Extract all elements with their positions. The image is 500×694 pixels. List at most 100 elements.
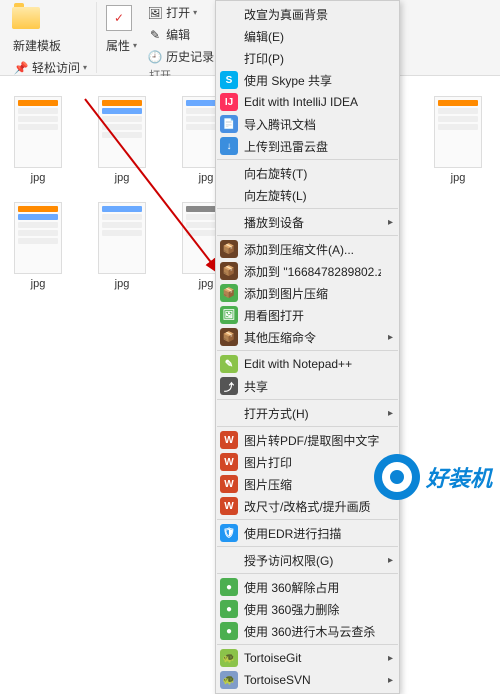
menu-item[interactable]: W 图片转PDF/提取图中文字 <box>216 429 399 451</box>
menu-item-label: 使用 Skype 共享 <box>244 72 381 89</box>
folder-new-icon <box>10 2 42 34</box>
menu-item-label: 使用 360强力删除 <box>244 601 381 618</box>
menu-item[interactable]: W 图片打印 <box>216 451 399 473</box>
menu-item[interactable]: 📦添加到 "1668478289802.zip" (T) <box>216 260 399 282</box>
file-name: jpg <box>115 278 130 290</box>
menu-separator <box>217 350 398 351</box>
properties-button[interactable]: 属性▾ <box>103 35 140 56</box>
menu-item-label: TortoiseGit <box>244 651 381 665</box>
tsvn-icon: 🐢 <box>220 671 238 689</box>
zipg-icon: 📦 <box>220 284 238 302</box>
menu-item[interactable]: W改尺寸/改格式/提升画质 <box>216 495 399 517</box>
pin-icon: 📌 <box>13 60 29 76</box>
menu-item-label: 向左旋转(L) <box>244 187 381 204</box>
menu-item[interactable]: ↓ 上传到迅雷云盘 <box>216 135 399 157</box>
blank-icon <box>220 5 238 23</box>
menu-item[interactable]: 🐢 TortoiseGit <box>216 647 399 669</box>
menu-item-label: 打开方式(H) <box>244 405 381 422</box>
menu-item[interactable]: 打印(P) <box>216 47 399 69</box>
wps-icon: W <box>220 475 238 493</box>
img-icon: 🖼 <box>220 306 238 324</box>
blank-icon <box>220 164 238 182</box>
menu-item[interactable]: 📄导入腾讯文档 <box>216 113 399 135</box>
menu-item[interactable]: ✎ Edit with Notepad++ <box>216 353 399 375</box>
watermark: 好装机 <box>374 454 492 500</box>
file-name: jpg <box>31 278 46 290</box>
menu-item-label: 添加到压缩文件(A)... <box>244 241 381 258</box>
quick-access-button[interactable]: 📌轻松访问▾ <box>10 57 90 78</box>
menu-item-label: 使用 360解除占用 <box>244 579 381 596</box>
zip-icon: 📦 <box>220 240 238 258</box>
menu-item-label: 共享 <box>244 378 381 395</box>
blank-icon <box>220 49 238 67</box>
menu-item[interactable]: 向左旋转(L) <box>216 184 399 206</box>
menu-item[interactable]: S 使用 Skype 共享 <box>216 69 399 91</box>
menu-item-label: Edit with IntelliJ IDEA <box>244 95 381 109</box>
menu-item-label: 图片压缩 <box>244 476 381 493</box>
blank-icon <box>220 551 238 569</box>
file-thumbnail[interactable]: jpg <box>10 202 66 290</box>
menu-separator <box>217 519 398 520</box>
menu-item[interactable]: 改宣为真画背景 <box>216 3 399 25</box>
menu-item[interactable]: 授予访问权限(G) <box>216 549 399 571</box>
menu-item[interactable]: IJ Edit with IntelliJ IDEA <box>216 91 399 113</box>
360-icon: ● <box>220 600 238 618</box>
menu-separator <box>217 644 398 645</box>
menu-item[interactable]: ● 使用 360解除占用 <box>216 576 399 598</box>
skype-icon: S <box>220 71 238 89</box>
wps-icon: W <box>220 497 238 515</box>
context-menu: 改宣为真画背景编辑(E)打印(P) S 使用 Skype 共享 IJ Edit with… <box>215 0 400 694</box>
new-template-button[interactable]: 新建模板 <box>10 35 90 56</box>
zip-icon: 📦 <box>220 328 238 346</box>
menu-item-label: 上传到迅雷云盘 <box>244 138 381 155</box>
menu-item[interactable]: 播放到设备 <box>216 211 399 233</box>
menu-separator <box>217 546 398 547</box>
history-icon: 🕘 <box>147 49 163 65</box>
menu-item[interactable]: W 图片压缩 <box>216 473 399 495</box>
menu-item-label: 添加到 "1668478289802.zip" (T) <box>244 263 381 280</box>
open-button[interactable]: 🖼打开▾ <box>144 2 217 23</box>
file-name: jpg <box>199 172 214 184</box>
menu-item[interactable]: 📦 添加到压缩文件(A)... <box>216 238 399 260</box>
edit-button[interactable]: ✎编辑 <box>144 24 217 45</box>
menu-item[interactable]: ⤴ 共享 <box>216 375 399 397</box>
tx-icon: 📄 <box>220 115 238 133</box>
watermark-logo-icon <box>374 454 420 500</box>
menu-item[interactable]: 编辑(E) <box>216 25 399 47</box>
360-icon: ● <box>220 578 238 596</box>
menu-item[interactable]: ●使用 360进行木马云查杀 <box>216 620 399 642</box>
menu-item[interactable]: 向右旋转(T) <box>216 162 399 184</box>
menu-item[interactable]: 📦 添加到图片压缩 <box>216 282 399 304</box>
wps-icon: W <box>220 453 238 471</box>
menu-item-label: 图片转PDF/提取图中文字 <box>244 432 381 449</box>
file-name: jpg <box>115 172 130 184</box>
menu-item-label: 图片打印 <box>244 454 381 471</box>
menu-item[interactable]: ● 使用 360强力删除 <box>216 598 399 620</box>
menu-separator <box>217 208 398 209</box>
menu-item[interactable]: 🛡使用EDR进行扫描 <box>216 522 399 544</box>
menu-item[interactable]: 打开方式(H) <box>216 402 399 424</box>
file-thumbnail[interactable]: jpg <box>94 96 150 184</box>
blank-icon <box>220 27 238 45</box>
history-button[interactable]: 🕘历史记录 <box>144 46 217 67</box>
menu-item-label: 添加到图片压缩 <box>244 285 381 302</box>
menu-separator <box>217 399 398 400</box>
wps-icon: W <box>220 431 238 449</box>
menu-item[interactable]: 📦其他压缩命令 <box>216 326 399 348</box>
file-thumbnail[interactable]: jpg <box>10 96 66 184</box>
share-icon: ⤴ <box>220 377 238 395</box>
file-thumbnail[interactable]: jpg <box>94 202 150 290</box>
menu-item-label: TortoiseSVN <box>244 673 381 687</box>
menu-item[interactable]: 🖼用看图打开 <box>216 304 399 326</box>
menu-item-label: 向右旋转(T) <box>244 165 381 182</box>
open-icon: 🖼 <box>147 5 163 21</box>
ribbon-group-open: ✓ 属性▾ 🖼打开▾ ✎编辑 🕘历史记录 打开 <box>97 2 224 73</box>
xl-icon: ↓ <box>220 137 238 155</box>
tgit-icon: 🐢 <box>220 649 238 667</box>
menu-item-label: 播放到设备 <box>244 214 381 231</box>
idea-icon: IJ <box>220 93 238 111</box>
file-thumbnail[interactable]: jpg <box>430 96 486 184</box>
npp-icon: ✎ <box>220 355 238 373</box>
menu-item[interactable]: 🐢 TortoiseSVN <box>216 669 399 691</box>
menu-item-label: Edit with Notepad++ <box>244 357 381 371</box>
